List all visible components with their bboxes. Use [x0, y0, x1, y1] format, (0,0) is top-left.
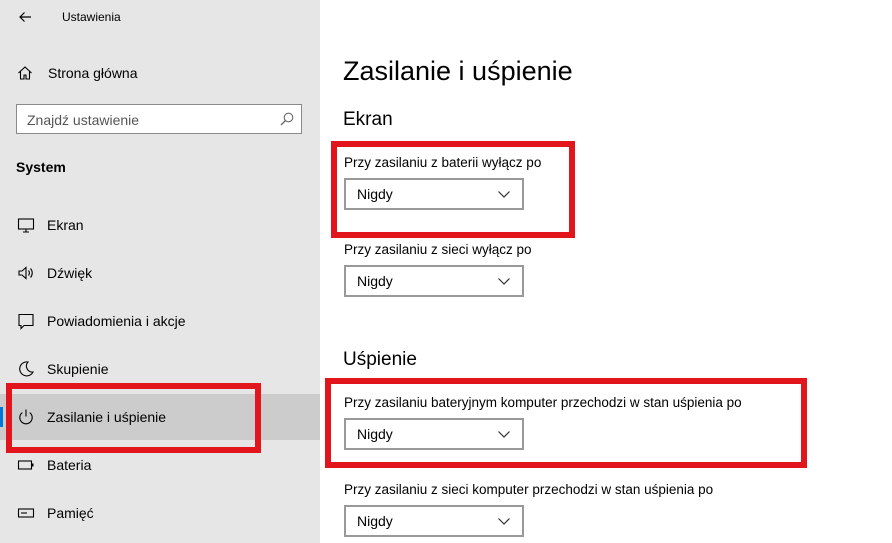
speaker-icon [18, 266, 33, 280]
search-input[interactable]: Znajdź ustawienie [16, 104, 302, 134]
highlight-frame [6, 383, 261, 453]
app-title: Ustawienia [62, 10, 121, 24]
highlight-frame [325, 378, 807, 468]
sleep-ac-label: Przy zasilaniu z sieci komputer przechod… [344, 482, 714, 497]
group-title-uspienie: Uśpienie [343, 349, 417, 370]
chevron-down-icon [498, 518, 510, 525]
section-label-system: System [16, 159, 66, 175]
selection-indicator [0, 407, 3, 427]
chevron-down-icon [498, 278, 510, 285]
sidebar-home-label: Strona główna [48, 65, 138, 81]
back-button[interactable] [12, 4, 38, 30]
sidebar-item-label: Ekran [47, 217, 84, 233]
page-title: Zasilanie i uśpienie [343, 56, 573, 86]
moon-icon [19, 361, 34, 377]
highlight-frame [331, 141, 575, 238]
sidebar-item-label: Skupienie [47, 361, 109, 377]
sidebar-item-powiadomienia[interactable]: Powiadomienia i akcje [0, 298, 320, 344]
group-title-ekran: Ekran [343, 109, 393, 130]
home-icon [18, 66, 32, 80]
sleep-ac-dropdown[interactable]: Nigdy [344, 505, 524, 537]
search-icon [280, 112, 294, 126]
sidebar-item-label: Pamięć [47, 505, 94, 521]
back-arrow-icon [19, 12, 31, 22]
battery-icon [17, 460, 34, 470]
screen-ac-label: Przy zasilaniu z sieci wyłącz po [344, 242, 532, 257]
sidebar-item-label: Bateria [47, 457, 92, 473]
monitor-icon [17, 218, 35, 233]
notification-icon [18, 313, 34, 330]
sidebar-item-home[interactable]: Strona główna [0, 56, 320, 90]
sidebar-item-dzwiek[interactable]: Dźwięk [0, 250, 320, 296]
sidebar-item-pamiec[interactable]: Pamięć [0, 490, 320, 536]
search-placeholder: Znajdź ustawienie [27, 112, 140, 128]
sidebar-item-label: Powiadomienia i akcje [47, 313, 186, 329]
sidebar: Ustawienia Strona główna Znajdź ustawien… [0, 0, 320, 543]
screen-ac-dropdown[interactable]: Nigdy [344, 265, 524, 297]
sidebar-item-ekran[interactable]: Ekran [0, 202, 320, 248]
dropdown-value: Nigdy [357, 273, 393, 289]
storage-icon [17, 508, 35, 518]
dropdown-value: Nigdy [357, 513, 393, 529]
sidebar-item-label: Dźwięk [47, 265, 93, 281]
